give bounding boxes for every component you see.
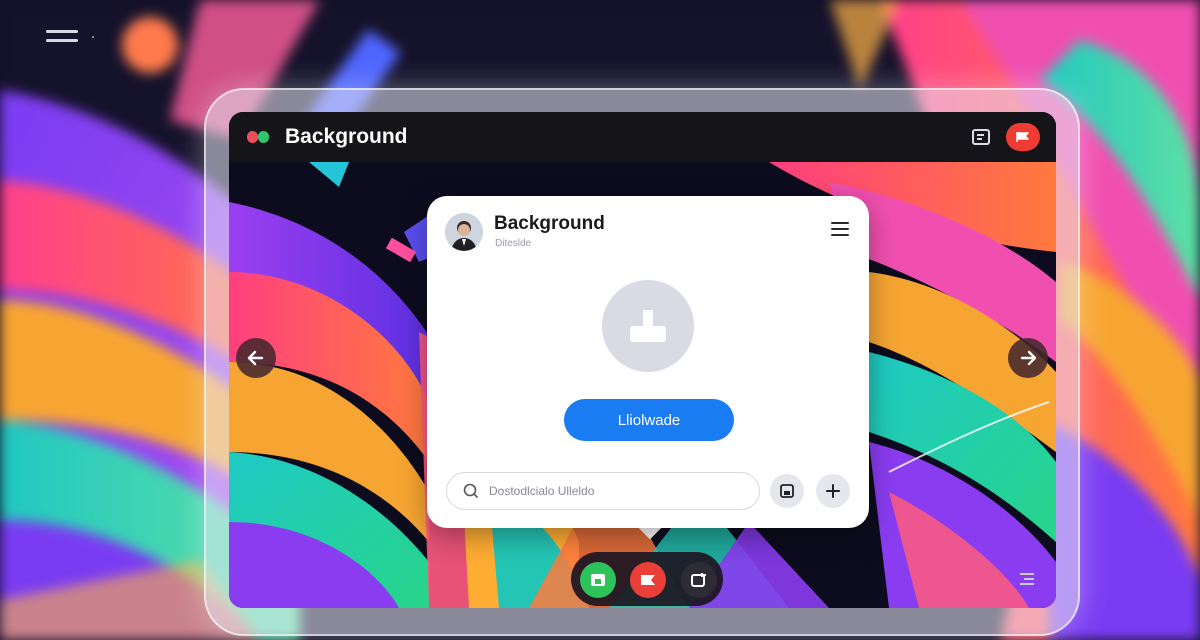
dock-crop-button[interactable] — [681, 562, 717, 598]
previous-button[interactable] — [236, 338, 276, 378]
window-title: Background — [285, 125, 408, 148]
titlebar-actions — [972, 123, 1040, 151]
next-button[interactable] — [1008, 338, 1048, 378]
upload-card: Background Diteslde Lliolwade — [427, 196, 869, 528]
arrow-left-icon — [247, 350, 264, 366]
save-icon — [780, 484, 794, 498]
card-title: Background — [494, 213, 605, 234]
save-button[interactable] — [770, 474, 804, 508]
global-menu-button[interactable] — [46, 28, 78, 44]
list-icon[interactable] — [1020, 573, 1034, 585]
dock-app-button[interactable] — [580, 562, 616, 598]
upload-dropzone[interactable] — [602, 280, 694, 372]
document-icon[interactable] — [972, 129, 990, 145]
plus-icon — [826, 484, 840, 498]
person-avatar-icon — [445, 213, 483, 251]
upload-icon — [630, 310, 666, 342]
flag-button[interactable] — [1006, 123, 1040, 151]
flag-icon — [1016, 132, 1029, 142]
hamburger-icon[interactable] — [831, 222, 849, 236]
card-subtitle: Diteslde — [495, 238, 532, 249]
upload-button[interactable]: Lliolwade — [564, 399, 734, 441]
flag-icon — [641, 575, 655, 585]
add-button[interactable] — [816, 474, 850, 508]
avatar[interactable] — [445, 213, 483, 251]
app-icon — [591, 574, 605, 586]
search-icon — [463, 483, 478, 498]
search-input[interactable] — [489, 484, 739, 498]
window-titlebar: Background — [229, 112, 1056, 162]
crop-icon — [691, 573, 706, 587]
app-logo-icon — [247, 129, 271, 145]
arrow-right-icon — [1020, 350, 1037, 366]
dock-flag-button[interactable] — [630, 562, 666, 598]
search-field[interactable] — [446, 472, 760, 510]
hamburger-line — [46, 30, 78, 33]
bottom-dock — [571, 552, 723, 606]
hamburger-line — [46, 39, 78, 42]
decorative-dot — [92, 36, 94, 38]
